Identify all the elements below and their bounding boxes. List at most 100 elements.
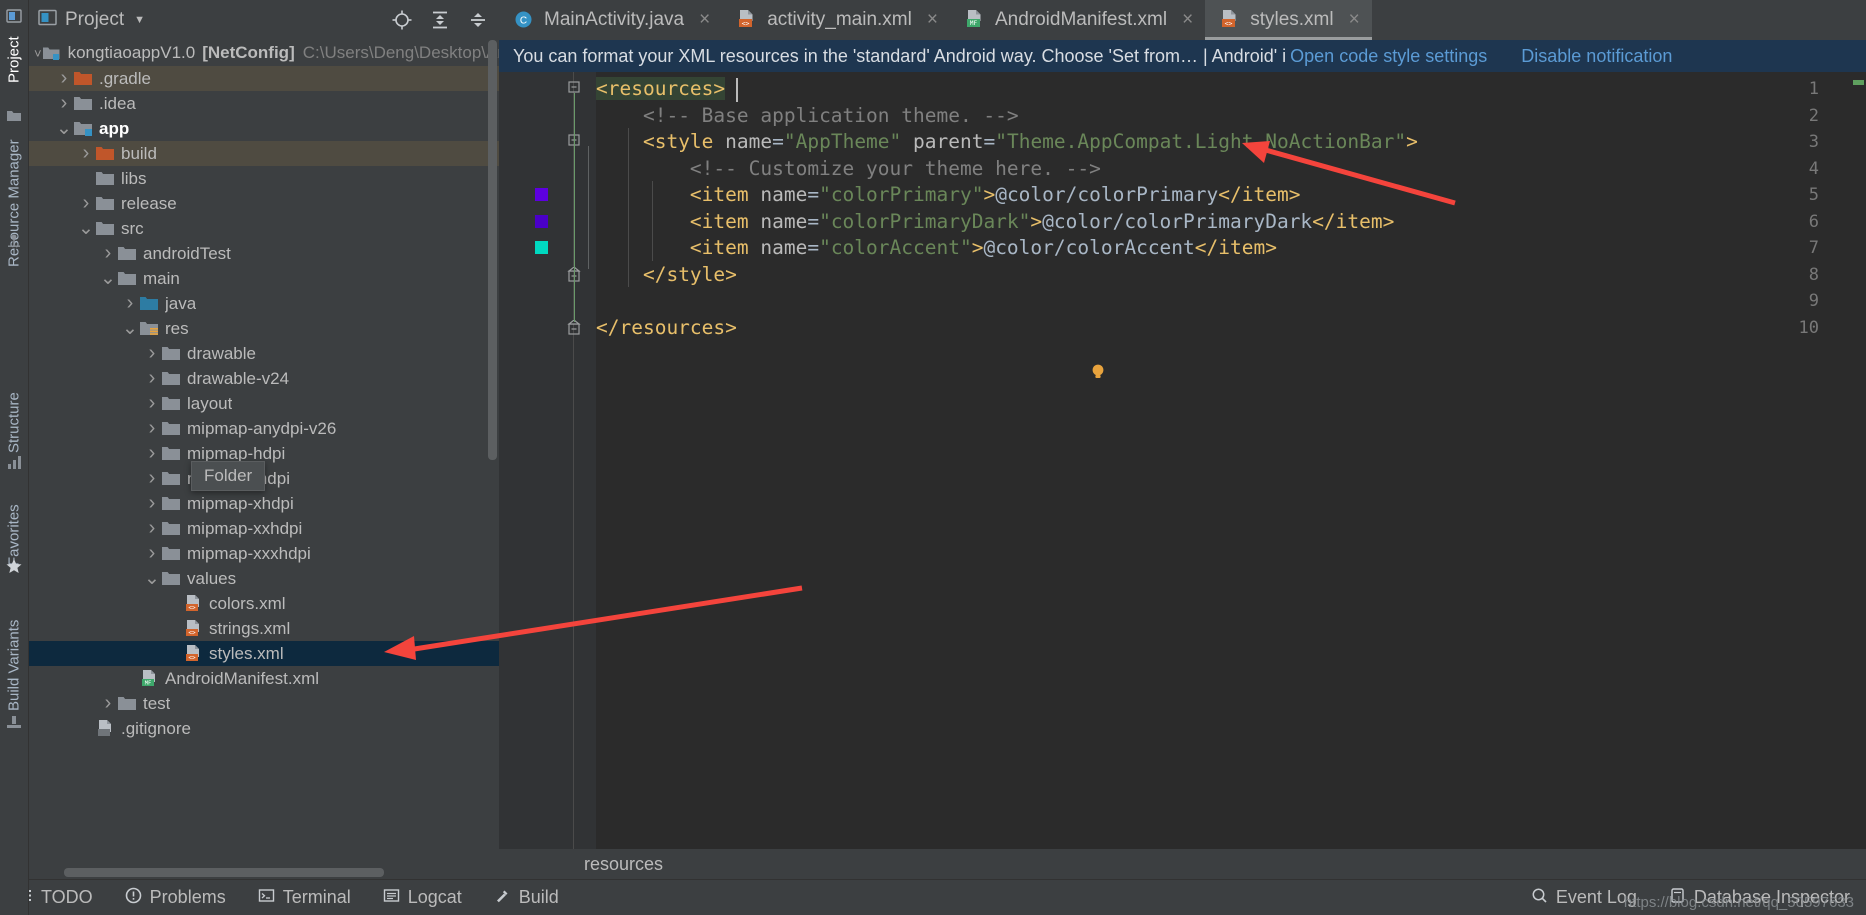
status-item-problems[interactable]: Problems xyxy=(109,887,242,909)
tree-row-layout[interactable]: › layout xyxy=(28,391,499,416)
code-line[interactable]: <item name="colorAccent">@color/colorAcc… xyxy=(596,236,1277,259)
tree-row-libs[interactable]: libs xyxy=(28,166,499,191)
tree-row--gradle[interactable]: › .gradle xyxy=(28,66,499,91)
chevron-down-icon[interactable]: ⌄ xyxy=(122,319,138,338)
chevron-down-icon[interactable]: ⌄ xyxy=(56,119,72,138)
editor-tab-mainactivity-java[interactable]: C MainActivity.java × xyxy=(499,0,722,40)
notification-message: You can format your XML resources in the… xyxy=(513,45,1287,66)
chevron-right-icon[interactable]: › xyxy=(144,492,160,515)
sidebar-item-build-variants[interactable]: Build Variants xyxy=(0,606,28,724)
color-swatch-gutter-icon[interactable] xyxy=(535,188,548,201)
tree-row-mipmap-xhdpi[interactable]: › mipmap-xhdpi xyxy=(28,491,499,516)
chevron-right-icon[interactable]: › xyxy=(144,367,160,390)
tree-row-androidtest[interactable]: › androidTest xyxy=(28,241,499,266)
chevron-right-icon[interactable]: › xyxy=(100,692,116,715)
disable-notification-link[interactable]: Disable notification xyxy=(1521,46,1672,67)
collapse-all-icon[interactable] xyxy=(467,9,489,31)
expand-all-icon[interactable] xyxy=(429,9,451,31)
sidebar-item-resource-manager[interactable]: Resource Manager xyxy=(0,128,28,278)
open-code-style-settings-link[interactable]: Open code style settings xyxy=(1290,46,1487,67)
chevron-down-icon[interactable]: ▼ xyxy=(134,14,145,26)
chevron-right-icon[interactable]: › xyxy=(122,292,138,315)
sidebar-item-project[interactable]: Project xyxy=(0,24,28,96)
status-item-build[interactable]: Build xyxy=(478,887,575,909)
chevron-right-icon[interactable]: › xyxy=(144,517,160,540)
tree-row-mipmap-anydpi-v26[interactable]: › mipmap-anydpi-v26 xyxy=(28,416,499,441)
tree-row-src[interactable]: ⌄ src xyxy=(28,216,499,241)
code-line[interactable]: </style> xyxy=(596,263,737,286)
code-line[interactable]: <style name="AppTheme" parent="Theme.App… xyxy=(596,130,1418,153)
tree-row-label: app xyxy=(99,118,130,138)
chevron-down-icon[interactable]: ⌄ xyxy=(144,569,160,588)
intention-bulb-icon[interactable] xyxy=(1088,362,1108,382)
folder-icon xyxy=(160,545,182,562)
tree-row--idea[interactable]: › .idea xyxy=(28,91,499,116)
color-swatch-gutter-icon[interactable] xyxy=(535,214,548,228)
editor-fold-strip[interactable] xyxy=(574,72,596,879)
project-vertical-scrollbar[interactable] xyxy=(488,40,497,460)
status-item-terminal[interactable]: Terminal xyxy=(242,887,367,909)
editor-tab-androidmanifest-xml[interactable]: MF AndroidManifest.xml × xyxy=(950,0,1205,40)
code-line[interactable]: <!-- Base application theme. --> xyxy=(596,104,1019,127)
tree-row-release[interactable]: › release xyxy=(28,191,499,216)
project-root-row[interactable]: ˅ kongtiaoappV1.0 [NetConfig] C:\Users\D… xyxy=(28,40,499,66)
editor-tab-activity-main-xml[interactable]: <> activity_main.xml × xyxy=(722,0,950,40)
chevron-right-icon[interactable]: › xyxy=(144,442,160,465)
color-swatch-gutter-icon[interactable] xyxy=(535,241,548,254)
fold-start-icon[interactable] xyxy=(567,80,581,94)
tree-row-main[interactable]: ⌄ main xyxy=(28,266,499,291)
chevron-right-icon[interactable]: › xyxy=(78,192,94,215)
locate-icon[interactable] xyxy=(391,9,413,31)
chevron-right-icon[interactable]: › xyxy=(100,242,116,265)
close-icon[interactable]: × xyxy=(1349,9,1360,31)
folder-tooltip: Folder xyxy=(191,461,266,491)
status-item-logcat[interactable]: Logcat xyxy=(367,887,478,909)
code-line[interactable]: </resources> xyxy=(596,316,737,339)
project-horizontal-scrollbar[interactable] xyxy=(64,868,384,877)
chevron-right-icon[interactable]: › xyxy=(144,542,160,565)
code-line[interactable]: <item name="colorPrimary">@color/colorPr… xyxy=(596,183,1301,206)
code-token: name xyxy=(713,130,773,153)
code-line[interactable]: <!-- Customize your theme here. --> xyxy=(596,157,1101,180)
editor-breadcrumb[interactable]: resources xyxy=(499,849,1866,879)
tree-row-drawable[interactable]: › drawable xyxy=(28,341,499,366)
close-icon[interactable]: × xyxy=(1182,9,1193,31)
tree-row--gitignore[interactable]: .gitignore xyxy=(28,716,499,741)
tree-row-strings-xml[interactable]: <> strings.xml xyxy=(28,616,499,641)
close-icon[interactable]: × xyxy=(699,9,710,31)
chevron-down-icon[interactable]: ⌄ xyxy=(78,219,94,238)
code-editor[interactable]: resources 1 <resources> 2 <!-- Base applic… xyxy=(499,72,1866,879)
code-line[interactable]: <resources> xyxy=(596,77,726,100)
code-line[interactable]: <item name="colorPrimaryDark">@color/col… xyxy=(596,210,1394,233)
tree-row-mipmap-xxxhdpi[interactable]: › mipmap-xxxhdpi xyxy=(28,541,499,566)
tree-row-androidmanifest-xml[interactable]: MF AndroidManifest.xml xyxy=(28,666,499,691)
tree-row-label: layout xyxy=(187,393,233,413)
tree-row-colors-xml[interactable]: <> colors.xml xyxy=(28,591,499,616)
chevron-right-icon[interactable]: › xyxy=(144,417,160,440)
chevron-right-icon[interactable]: › xyxy=(56,67,72,90)
editor-tab-bar[interactable]: C MainActivity.java × <> activity_main.xml × M… xyxy=(499,0,1866,40)
structure-bars-icon xyxy=(4,452,24,472)
chevron-right-icon[interactable]: › xyxy=(144,392,160,415)
chevron-down-icon[interactable]: ˅ xyxy=(34,46,42,61)
structure-strip-icon xyxy=(4,232,24,252)
project-window-icon xyxy=(38,8,57,32)
chevron-right-icon[interactable]: › xyxy=(144,467,160,490)
tree-row-app[interactable]: ⌄ app xyxy=(28,116,499,141)
tree-row-test[interactable]: › test xyxy=(28,691,499,716)
tree-row-java[interactable]: › java xyxy=(28,291,499,316)
tree-row-res[interactable]: ⌄ res xyxy=(28,316,499,341)
chevron-down-icon[interactable]: ⌄ xyxy=(100,269,116,288)
tree-row-drawable-v24[interactable]: › drawable-v24 xyxy=(28,366,499,391)
editor-tab-styles-xml[interactable]: <> styles.xml × xyxy=(1205,0,1372,40)
tree-row-styles-xml[interactable]: <> styles.xml xyxy=(28,641,499,666)
code-token: <item xyxy=(689,209,749,233)
tree-row-values[interactable]: ⌄ values xyxy=(28,566,499,591)
tree-row-build[interactable]: › build xyxy=(28,141,499,166)
chevron-right-icon[interactable]: › xyxy=(144,342,160,365)
close-icon[interactable]: × xyxy=(927,9,938,31)
chevron-right-icon[interactable]: › xyxy=(56,92,72,115)
tree-row-mipmap-xxhdpi[interactable]: › mipmap-xxhdpi xyxy=(28,516,499,541)
chevron-right-icon[interactable]: › xyxy=(78,142,94,165)
breadcrumb-resources[interactable]: resources xyxy=(584,854,663,875)
